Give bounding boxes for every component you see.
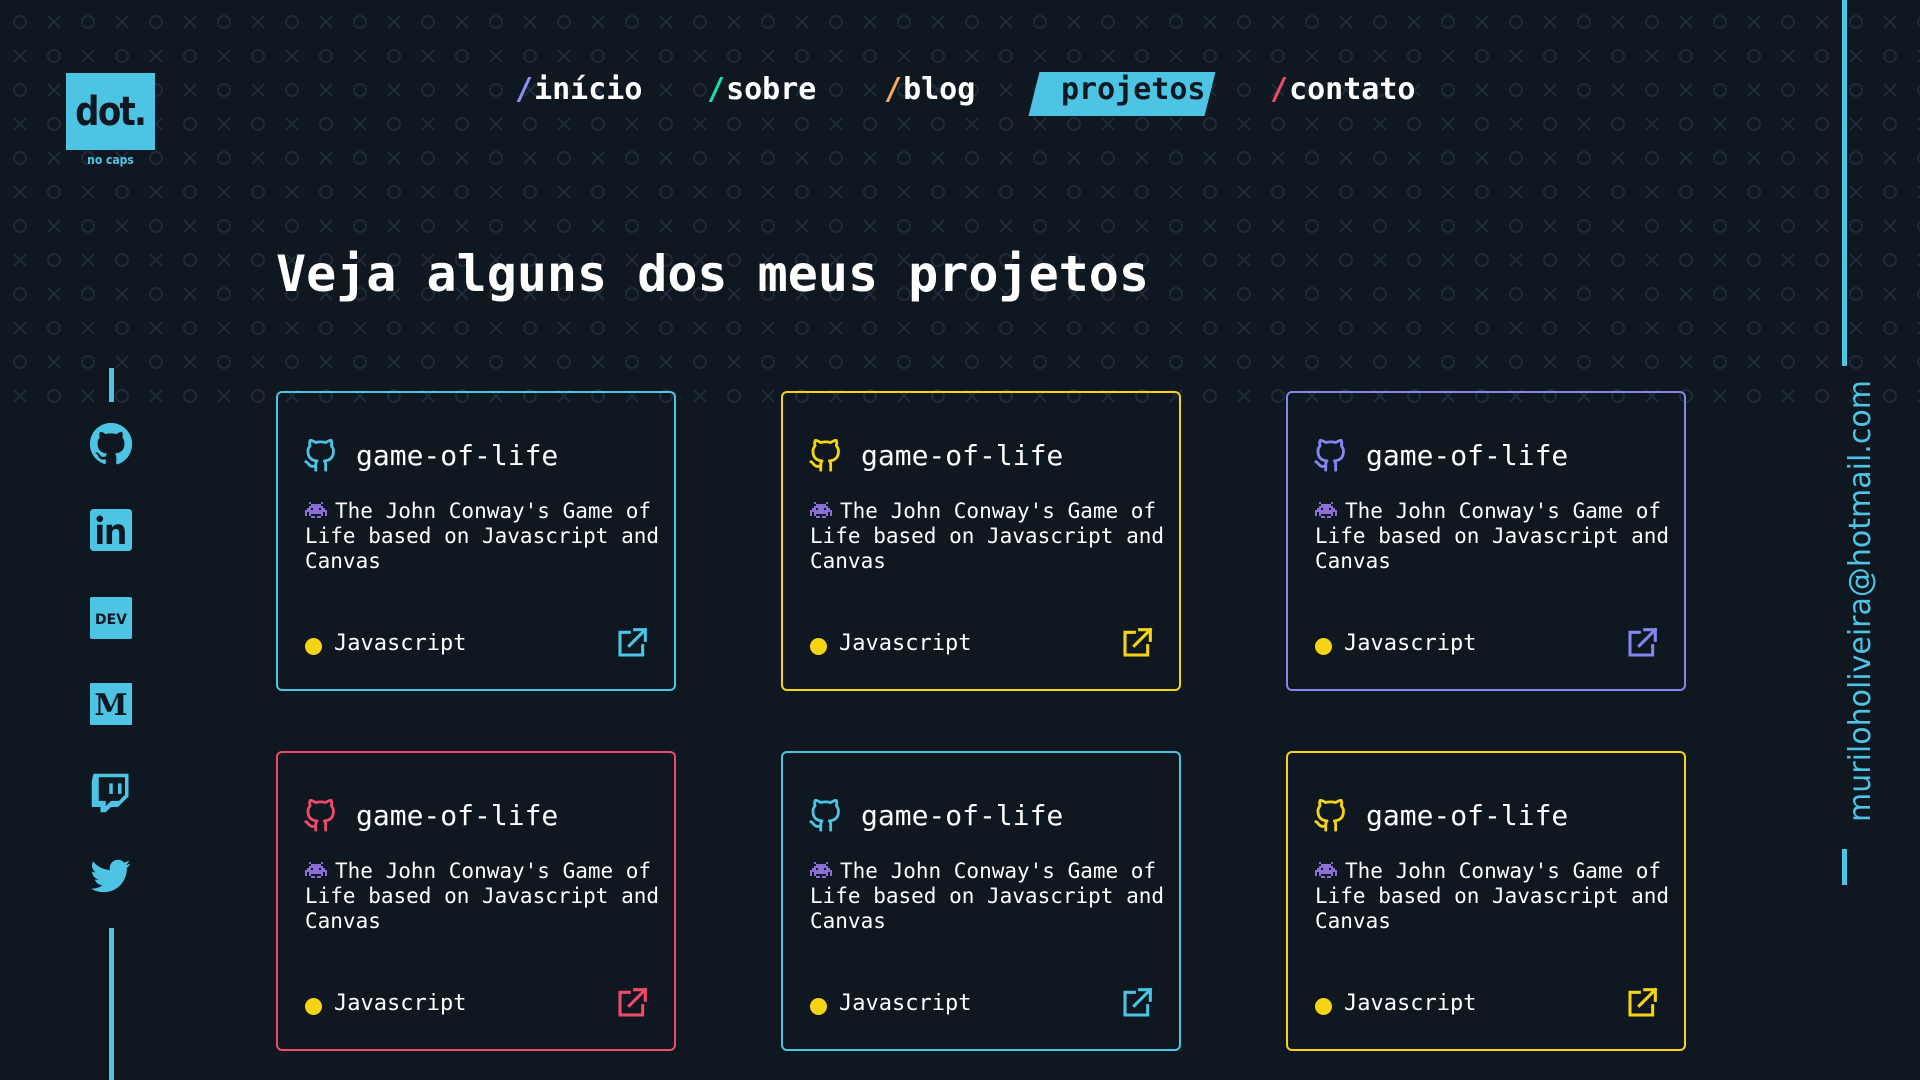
external-link-icon[interactable]: [1120, 627, 1154, 659]
project-description-text: The John Conway's Game of Life based on …: [810, 859, 1177, 933]
project-card[interactable]: game-of-life The John Conway's Game of L…: [781, 751, 1181, 1051]
project-title[interactable]: game-of-life: [1366, 799, 1568, 832]
alien-monster-icon: [1315, 502, 1337, 518]
github-icon: [89, 422, 133, 465]
github-icon: [809, 438, 840, 472]
medium-icon: M: [90, 683, 132, 725]
language-label: Javascript: [839, 991, 972, 1016]
nav-label: sobre: [726, 72, 817, 107]
nav-link-sobre[interactable]: /sobre: [707, 72, 816, 107]
project-description: The John Conway's Game of Life based on …: [810, 859, 1170, 934]
dev-icon: DEV: [90, 597, 132, 639]
project-description: The John Conway's Game of Life based on …: [1315, 859, 1675, 934]
social-line-bottom: [109, 928, 114, 1080]
project-card[interactable]: game-of-life The John Conway's Game of L…: [276, 391, 676, 691]
project-description-text: The John Conway's Game of Life based on …: [1315, 859, 1682, 933]
project-description-text: The John Conway's Game of Life based on …: [305, 499, 672, 573]
alien-monster-icon: [810, 502, 832, 518]
nav-link-contato[interactable]: /contato: [1270, 72, 1416, 107]
nav-slash: /: [707, 72, 726, 107]
alien-monster-icon: [810, 862, 832, 878]
language-label: Javascript: [1344, 991, 1477, 1016]
nav-label: contato: [1289, 72, 1416, 107]
alien-monster-icon: [1315, 862, 1337, 878]
language-dot: [810, 638, 827, 655]
external-link-icon[interactable]: [1120, 987, 1154, 1019]
twitch-link[interactable]: [87, 769, 135, 817]
github-icon: [809, 798, 840, 832]
page-title: Veja alguns dos meus projetos: [276, 245, 1149, 303]
github-icon: [304, 438, 335, 472]
linkedin-link[interactable]: [87, 506, 135, 554]
medium-link[interactable]: M: [87, 680, 135, 728]
language-dot: [305, 998, 322, 1015]
nav-slash: /: [1270, 72, 1289, 107]
project-description: The John Conway's Game of Life based on …: [810, 499, 1170, 574]
github-link[interactable]: [87, 420, 135, 468]
project-card[interactable]: game-of-life The John Conway's Game of L…: [1286, 751, 1686, 1051]
language-label: Javascript: [1344, 631, 1477, 656]
alien-monster-icon: [305, 862, 327, 878]
project-description-text: The John Conway's Game of Life based on …: [810, 499, 1177, 573]
language-label: Javascript: [334, 991, 467, 1016]
external-link-icon[interactable]: [615, 987, 649, 1019]
background-pattern: [13, 15, 1920, 403]
project-card[interactable]: game-of-life The John Conway's Game of L…: [276, 751, 676, 1051]
project-title[interactable]: game-of-life: [356, 439, 558, 472]
project-description-text: The John Conway's Game of Life based on …: [1315, 499, 1682, 573]
twitter-icon: [91, 859, 131, 893]
github-icon: [1314, 798, 1345, 832]
project-description: The John Conway's Game of Life based on …: [305, 499, 665, 574]
language-dot: [1315, 998, 1332, 1015]
project-description-text: The John Conway's Game of Life based on …: [305, 859, 672, 933]
svg-text:M: M: [94, 688, 127, 723]
dev-link[interactable]: DEV: [87, 594, 135, 642]
nav-label: projetos: [1061, 72, 1206, 107]
logo-text: dot.: [75, 88, 147, 135]
linkedin-icon: [90, 509, 132, 551]
external-link-icon[interactable]: [615, 627, 649, 659]
twitter-link[interactable]: [87, 852, 135, 900]
alien-monster-icon: [305, 502, 327, 518]
social-line-top: [109, 368, 114, 402]
project-title[interactable]: game-of-life: [356, 799, 558, 832]
nav-slash: /: [515, 72, 534, 107]
nav-link-inicio[interactable]: /início: [515, 72, 642, 107]
nav-label: blog: [903, 72, 976, 107]
twitch-icon: [91, 773, 129, 813]
project-card[interactable]: game-of-life The John Conway's Game of L…: [1286, 391, 1686, 691]
external-link-icon[interactable]: [1625, 987, 1659, 1019]
external-link-icon[interactable]: [1625, 627, 1659, 659]
nav-slash: /: [884, 72, 903, 107]
project-description: The John Conway's Game of Life based on …: [1315, 499, 1675, 574]
email-line-top: [1842, 0, 1847, 366]
language-label: Javascript: [839, 631, 972, 656]
email-link[interactable]: muriloholiveira@hotmail.com: [1843, 380, 1878, 822]
email-line-bottom: [1842, 849, 1847, 885]
nav-label: início: [534, 72, 643, 107]
project-title[interactable]: game-of-life: [861, 799, 1063, 832]
language-dot: [1315, 638, 1332, 655]
svg-text:DEV: DEV: [95, 612, 127, 628]
nav-link-projetos[interactable]: projetos: [1061, 72, 1206, 107]
github-icon: [1314, 438, 1345, 472]
github-icon: [304, 798, 335, 832]
project-card[interactable]: game-of-life The John Conway's Game of L…: [781, 391, 1181, 691]
language-dot: [305, 638, 322, 655]
project-title[interactable]: game-of-life: [861, 439, 1063, 472]
project-description: The John Conway's Game of Life based on …: [305, 859, 665, 934]
logo[interactable]: dot.: [66, 73, 155, 150]
logo-subtitle: no caps: [87, 153, 134, 167]
nav-link-blog[interactable]: /blog: [884, 72, 975, 107]
language-dot: [810, 998, 827, 1015]
project-title[interactable]: game-of-life: [1366, 439, 1568, 472]
language-label: Javascript: [334, 631, 467, 656]
